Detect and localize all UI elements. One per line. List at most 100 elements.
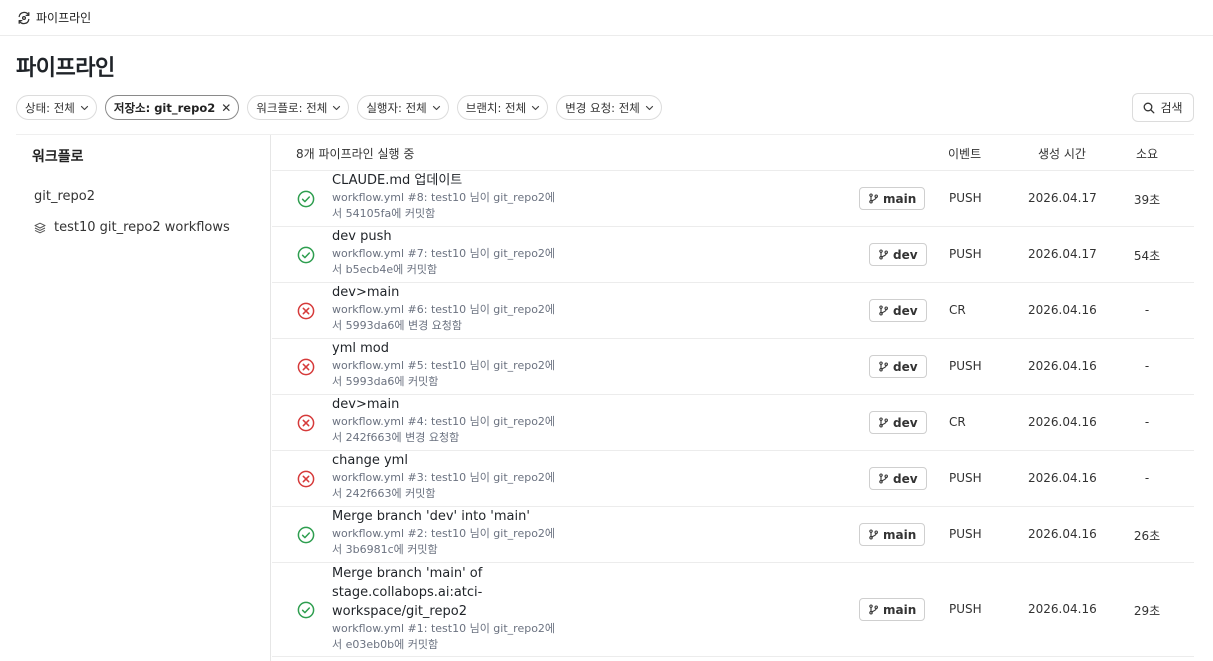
time-cell: 2026.04.16 — [1028, 527, 1097, 541]
sidebar-item-workflow[interactable]: test10 git_repo2 workflows — [34, 220, 230, 235]
failed-status-icon — [297, 414, 315, 432]
branch-label: dev — [893, 247, 918, 262]
column-header-duration: 소요 — [1136, 147, 1159, 161]
filter-chip[interactable]: 상태: 전체 — [16, 95, 97, 120]
table-body: CLAUDE.md 업데이트 workflow.yml #8: test10 님이… — [272, 171, 1194, 657]
filter-label: 실행자: 전체 — [366, 100, 427, 115]
pipeline-refresh-icon — [17, 11, 31, 25]
branch-button[interactable]: dev — [869, 299, 927, 322]
pipeline-desc-line2: 서 242f663에 커밋함 — [332, 487, 436, 500]
duration-cell: 26초 — [1133, 529, 1161, 543]
filter-label: 브랜치: 전체 — [465, 100, 527, 115]
event-cell: PUSH — [949, 247, 982, 261]
branch-button[interactable]: dev — [869, 411, 927, 434]
branch-button[interactable]: main — [859, 523, 926, 546]
search-button[interactable]: 검색 — [1132, 93, 1194, 122]
filter-chip[interactable]: 실행자: 전체 — [357, 95, 449, 120]
event-cell: PUSH — [949, 527, 982, 541]
workflow-sidebar: 워크플로 git_repo2 test10 git_repo2 workflow… — [16, 135, 271, 661]
pipeline-desc-line2: 서 242f663에 변경 요청함 — [332, 431, 460, 444]
pipeline-title[interactable]: yml mod — [332, 339, 572, 358]
branch-label: main — [883, 527, 917, 542]
failed-status-icon — [297, 470, 315, 488]
time-cell: 2026.04.16 — [1028, 471, 1097, 485]
pipeline-table: 8개 파이프라인 실행 중 이벤트 생성 시간 소요 CLAUDE.md 업데이… — [272, 135, 1194, 657]
sidebar-item-repo[interactable]: git_repo2 — [34, 189, 95, 204]
chevron-down-icon — [531, 105, 540, 111]
pipeline-title[interactable]: dev push — [332, 227, 572, 246]
success-status-icon — [297, 601, 315, 619]
filter-chip[interactable]: 저장소: git_repo2 ✕ — [104, 95, 240, 120]
duration-cell: 39초 — [1133, 193, 1161, 207]
git-branch-icon — [868, 529, 879, 540]
branch-button[interactable]: main — [859, 187, 926, 210]
pipeline-info: change yml workflow.yml #3: test10 님이 git… — [332, 451, 572, 502]
branch-label: dev — [893, 303, 918, 318]
success-status-icon — [297, 190, 315, 208]
event-cell: PUSH — [949, 602, 982, 616]
filter-chip[interactable]: 워크플로: 전체 — [247, 95, 350, 120]
pipeline-desc-line1: workflow.yml #7: test10 님이 git_repo2에 — [332, 247, 556, 260]
table-row[interactable]: dev>main workflow.yml #6: test10 님이 git_r… — [272, 283, 1194, 339]
time-cell: 2026.04.16 — [1028, 415, 1097, 429]
pipeline-title[interactable]: CLAUDE.md 업데이트 — [332, 171, 572, 190]
pipeline-desc-line1: workflow.yml #6: test10 님이 git_repo2에 — [332, 303, 556, 316]
success-status-icon — [297, 526, 315, 544]
time-cell: 2026.04.16 — [1028, 303, 1097, 317]
table-row[interactable]: CLAUDE.md 업데이트 workflow.yml #8: test10 님이… — [272, 171, 1194, 227]
filter-chip[interactable]: 변경 요청: 전체 — [556, 95, 662, 120]
branch-label: dev — [893, 471, 918, 486]
pipeline-desc-line1: workflow.yml #5: test10 님이 git_repo2에 — [332, 359, 556, 372]
branch-label: main — [883, 191, 917, 206]
sidebar-title: 워크플로 — [32, 149, 84, 165]
clear-filter-icon[interactable]: ✕ — [221, 101, 231, 115]
filter-label: 상태: 전체 — [25, 100, 75, 115]
git-branch-icon — [878, 305, 889, 316]
duration-cell: - — [1144, 359, 1150, 373]
branch-button[interactable]: dev — [869, 355, 927, 378]
pipeline-info: dev push workflow.yml #7: test10 님이 git_r… — [332, 227, 572, 278]
chevron-down-icon — [432, 105, 441, 111]
pipeline-desc-line2: 서 b5ecb4e에 커밋함 — [332, 263, 438, 276]
filter-label: 저장소: git_repo2 — [113, 100, 216, 115]
table-row[interactable]: dev push workflow.yml #7: test10 님이 git_r… — [272, 227, 1194, 283]
branch-button[interactable]: dev — [869, 243, 927, 266]
filter-chip[interactable]: 브랜치: 전체 — [456, 95, 549, 120]
branch-label: dev — [893, 415, 918, 430]
pipeline-title[interactable]: Merge branch 'dev' into 'main' — [332, 507, 572, 526]
pipeline-desc-line2: 서 e03eb0b에 커밋함 — [332, 638, 439, 651]
branch-button[interactable]: dev — [869, 467, 927, 490]
event-cell: CR — [949, 415, 966, 429]
pipeline-title[interactable]: dev>main — [332, 395, 572, 414]
chevron-down-icon — [80, 105, 89, 111]
failed-status-icon — [297, 358, 315, 376]
git-branch-icon — [878, 473, 889, 484]
page-title: 파이프라인 — [16, 56, 115, 81]
pipeline-info: Merge branch 'dev' into 'main' workflow.y… — [332, 507, 572, 558]
table-row[interactable]: Merge branch 'dev' into 'main' workflow.y… — [272, 507, 1194, 563]
top-bar: 파이프라인 — [0, 0, 1213, 36]
pipeline-title[interactable]: change yml — [332, 451, 572, 470]
time-cell: 2026.04.16 — [1028, 602, 1097, 616]
pipeline-title[interactable]: dev>main — [332, 283, 572, 302]
pipeline-title[interactable]: Merge branch 'main' of stage.collabops.a… — [332, 564, 572, 621]
chevron-down-icon — [332, 105, 341, 111]
breadcrumb-title[interactable]: 파이프라인 — [36, 9, 91, 26]
branch-button[interactable]: main — [859, 598, 926, 621]
git-branch-icon — [878, 249, 889, 260]
pipeline-info: dev>main workflow.yml #6: test10 님이 git_r… — [332, 283, 572, 334]
search-label: 검색 — [1160, 101, 1183, 115]
table-row[interactable]: Merge branch 'main' of stage.collabops.a… — [272, 563, 1194, 657]
column-header-event: 이벤트 — [948, 147, 982, 161]
duration-cell: - — [1144, 415, 1150, 429]
table-row[interactable]: yml mod workflow.yml #5: test10 님이 git_re… — [272, 339, 1194, 395]
event-cell: PUSH — [949, 471, 982, 485]
pipeline-desc-line2: 서 54105fa에 커밋함 — [332, 207, 436, 220]
branch-label: dev — [893, 359, 918, 374]
pipeline-desc-line2: 서 3b6981c에 커밋함 — [332, 543, 438, 556]
table-row[interactable]: change yml workflow.yml #3: test10 님이 git… — [272, 451, 1194, 507]
pipeline-desc-line2: 서 5993da6에 변경 요청함 — [332, 319, 463, 332]
filter-label: 변경 요청: 전체 — [565, 100, 640, 115]
run-count-label: 8개 파이프라인 실행 중 — [296, 147, 415, 161]
table-row[interactable]: dev>main workflow.yml #4: test10 님이 git_r… — [272, 395, 1194, 451]
